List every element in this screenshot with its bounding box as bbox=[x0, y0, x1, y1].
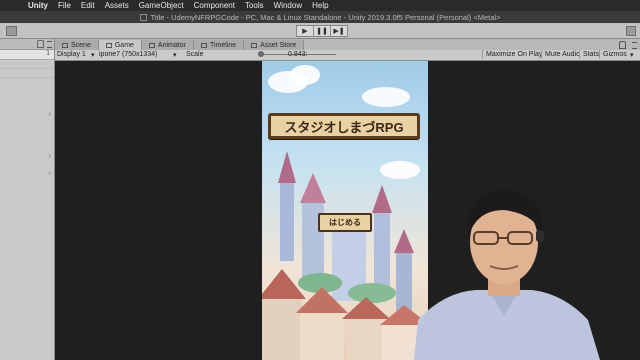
timeline-icon bbox=[200, 42, 207, 48]
resolution-dropdown[interactable]: ipone7 (750x1334) bbox=[99, 51, 157, 58]
window-title-bar: Title - UdemyNFRPGCode - PC, Mac & Linux… bbox=[0, 11, 640, 23]
cloud-icon[interactable] bbox=[626, 26, 636, 36]
maximize-on-play-button[interactable]: Maximize On Play bbox=[482, 50, 545, 59]
presenter-figure bbox=[414, 190, 600, 360]
mute-audio-button[interactable]: Mute Audio bbox=[541, 50, 583, 59]
menu-component[interactable]: Component bbox=[194, 1, 235, 10]
expand-arrow-icon[interactable]: › bbox=[49, 111, 51, 118]
play-controls: ▶ ❚❚ ▶❚ bbox=[296, 25, 348, 37]
macos-menu-bar: Unity File Edit Assets GameObject Compon… bbox=[0, 0, 640, 11]
scale-label: Scale bbox=[186, 51, 204, 58]
scale-slider-thumb[interactable] bbox=[258, 51, 264, 57]
hierarchy-search[interactable]: 1 bbox=[0, 50, 54, 60]
gizmos-button[interactable]: Gizmos bbox=[599, 50, 630, 59]
scene-icon bbox=[62, 42, 68, 48]
display-dropdown[interactable]: Display 1 bbox=[57, 51, 86, 58]
hierarchy-row[interactable] bbox=[0, 60, 54, 69]
hand-tool-icon[interactable] bbox=[6, 26, 17, 36]
chevron-down-icon[interactable]: ▾ bbox=[630, 51, 634, 59]
tab-label: Animator bbox=[157, 41, 186, 49]
tab-label: Scene bbox=[71, 41, 91, 49]
game-title: スタジオしまづRPG bbox=[284, 119, 404, 135]
tab-label: Timeline bbox=[209, 41, 237, 49]
animator-icon bbox=[148, 42, 155, 48]
menu-unity[interactable]: Unity bbox=[28, 1, 48, 10]
hierarchy-panel: 1 › › › bbox=[0, 39, 55, 360]
view-tabs: Scene Game Animator Timeline Asset Store bbox=[55, 39, 640, 50]
start-button-label: はじめる bbox=[329, 218, 361, 227]
tab-timeline[interactable]: Timeline bbox=[193, 40, 245, 50]
game-view-bar: Display 1 ▾ ipone7 (750x1334) ▾ Scale 0.… bbox=[55, 50, 640, 61]
hierarchy-header bbox=[0, 39, 54, 50]
pause-button[interactable]: ❚❚ bbox=[313, 25, 331, 37]
menu-tools[interactable]: Tools bbox=[245, 1, 264, 10]
tab-label: Asset Store bbox=[260, 41, 297, 49]
lock-icon[interactable] bbox=[37, 40, 44, 48]
menu-file[interactable]: File bbox=[58, 1, 71, 10]
panel-menu-icon[interactable] bbox=[47, 41, 52, 48]
step-button[interactable]: ▶❚ bbox=[330, 25, 348, 37]
game-title-plate: スタジオしまづRPG bbox=[268, 113, 420, 139]
expand-arrow-icon[interactable]: › bbox=[49, 153, 51, 160]
start-button[interactable]: はじめる bbox=[318, 213, 372, 232]
tab-animator[interactable]: Animator bbox=[141, 40, 194, 50]
game-icon bbox=[105, 42, 112, 48]
unity-document-icon bbox=[139, 13, 147, 21]
menu-edit[interactable]: Edit bbox=[81, 1, 95, 10]
menu-help[interactable]: Help bbox=[312, 1, 328, 10]
tab-scene[interactable]: Scene bbox=[55, 40, 99, 50]
menu-assets[interactable]: Assets bbox=[105, 1, 129, 10]
hierarchy-row[interactable] bbox=[0, 69, 54, 78]
play-button[interactable]: ▶ bbox=[296, 25, 314, 37]
editor-toolbar: ▶ ❚❚ ▶❚ bbox=[0, 23, 640, 39]
menu-gameobject[interactable]: GameObject bbox=[139, 1, 184, 10]
tab-label: Game bbox=[114, 41, 134, 49]
chevron-down-icon[interactable]: ▾ bbox=[91, 51, 95, 59]
lock-icon[interactable] bbox=[619, 41, 626, 49]
hierarchy-count: 1 bbox=[46, 50, 50, 57]
expand-arrow-icon[interactable]: › bbox=[49, 170, 51, 177]
menu-window[interactable]: Window bbox=[274, 1, 302, 10]
asset-store-icon bbox=[251, 42, 258, 48]
presenter-webcam bbox=[404, 180, 604, 360]
scale-value: 0.843: bbox=[288, 51, 308, 58]
window-title: Title - UdemyNFRPGCode - PC, Mac & Linux… bbox=[150, 12, 501, 22]
tab-asset-store[interactable]: Asset Store bbox=[244, 40, 305, 50]
panel-menu-icon[interactable] bbox=[632, 41, 637, 49]
chevron-down-icon[interactable]: ▾ bbox=[173, 51, 177, 59]
tab-game[interactable]: Game bbox=[98, 40, 142, 50]
